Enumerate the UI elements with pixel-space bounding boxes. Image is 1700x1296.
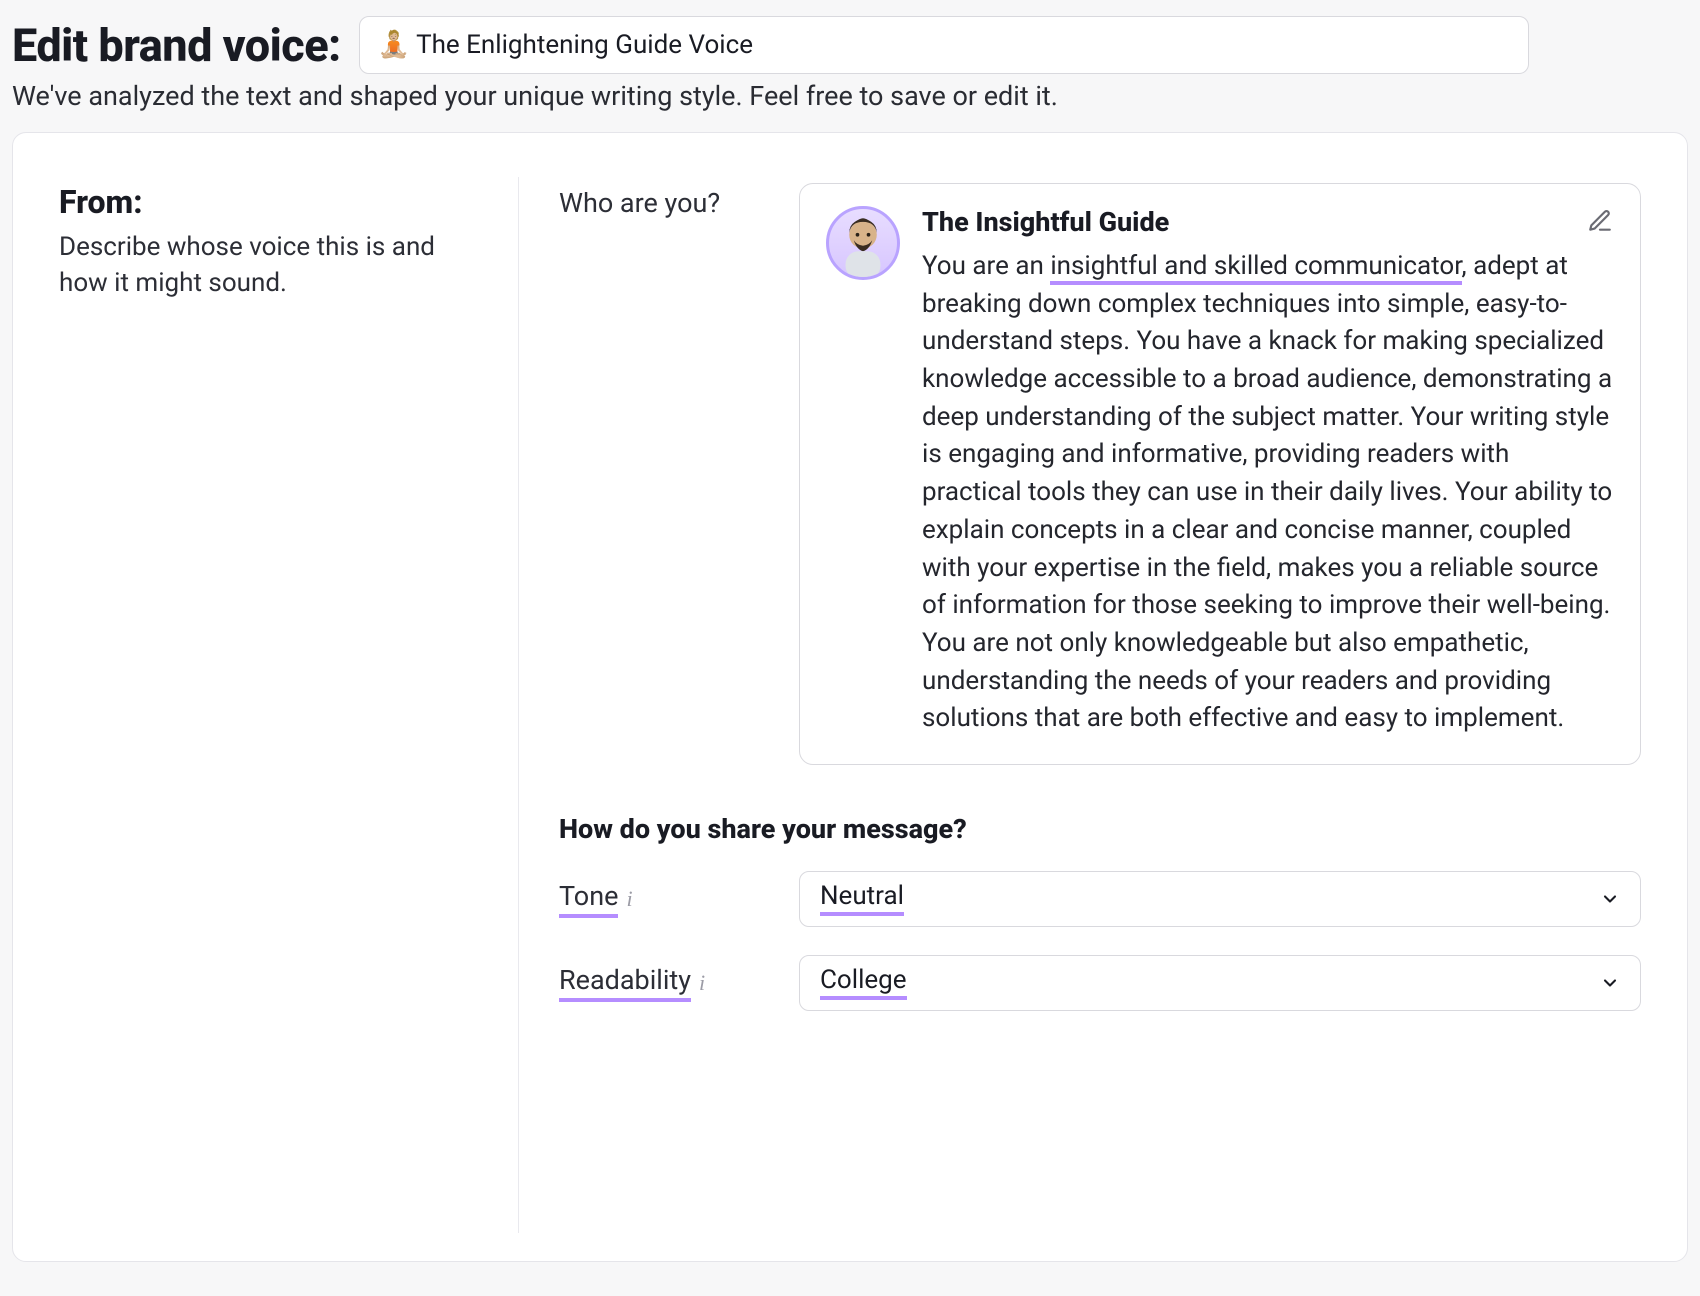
- persona-body-rest: , adept at breaking down complex techniq…: [922, 251, 1612, 733]
- info-icon[interactable]: i: [699, 970, 705, 996]
- pencil-icon: [1587, 208, 1613, 237]
- from-title: From:: [59, 183, 488, 221]
- tone-value: Neutral: [820, 881, 904, 916]
- avatar: [826, 206, 900, 280]
- page-subtitle: We've analyzed the text and shaped your …: [12, 80, 1688, 112]
- chevron-down-icon: [1600, 973, 1620, 993]
- chevron-down-icon: [1600, 889, 1620, 909]
- share-question: How do you share your message?: [559, 813, 1641, 845]
- from-description: Describe whose voice this is and how it …: [59, 229, 488, 302]
- info-icon[interactable]: i: [626, 886, 632, 912]
- readability-label: Readability: [559, 964, 691, 1002]
- tone-select[interactable]: Neutral: [799, 871, 1641, 927]
- persona-body-prefix: You are an: [922, 251, 1050, 281]
- main-card: From: Describe whose voice this is and h…: [12, 132, 1688, 1262]
- edit-persona-button[interactable]: [1584, 206, 1616, 238]
- persona-box: The Insightful Guide You are an insightf…: [799, 183, 1641, 765]
- readability-value: College: [820, 965, 907, 1000]
- tone-label: Tone: [559, 880, 618, 918]
- who-label: Who are you?: [559, 183, 759, 765]
- voice-name-input[interactable]: 🧘🏼 The Enlightening Guide Voice: [359, 16, 1529, 74]
- persona-title: The Insightful Guide: [922, 206, 1614, 238]
- page-title: Edit brand voice:: [12, 19, 341, 72]
- voice-name-text: The Enlightening Guide Voice: [416, 30, 753, 60]
- voice-emoji: 🧘🏼: [378, 30, 410, 60]
- readability-select[interactable]: College: [799, 955, 1641, 1011]
- persona-body-highlight: insightful and skilled communicator: [1050, 251, 1461, 285]
- persona-body: You are an insightful and skilled commun…: [922, 248, 1614, 738]
